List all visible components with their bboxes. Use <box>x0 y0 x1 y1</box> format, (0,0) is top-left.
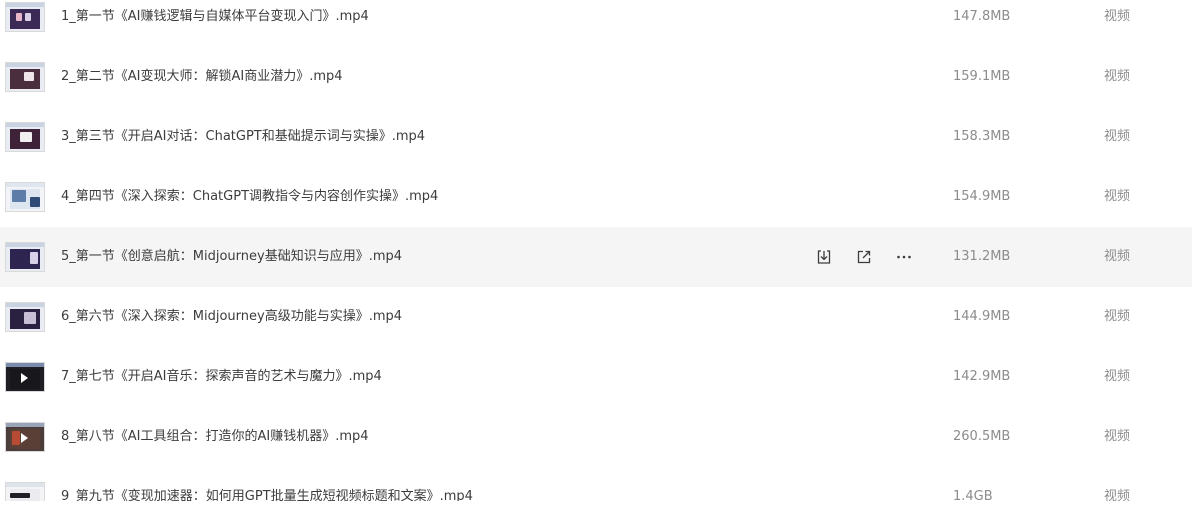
video-thumbnail <box>5 62 45 92</box>
file-name[interactable]: 6_第六节《深入探索：Midjourney高级功能与实操》.mp4 <box>61 308 402 326</box>
file-name[interactable]: 7_第七节《开启AI音乐：探索声音的艺术与魔力》.mp4 <box>61 368 382 386</box>
file-type: 视频 <box>1104 129 1131 144</box>
file-row[interactable]: 8_第八节《AI工具组合：打造你的AI赚钱机器》.mp4 260.5MB 视频 <box>0 407 1192 467</box>
file-name[interactable]: 2_第二节《AI变现大师：解锁AI商业潜力》.mp4 <box>61 68 343 86</box>
file-row[interactable]: 1_第一节《AI赚钱逻辑与自媒体平台变现入门》.mp4 147.8MB 视频 <box>0 0 1192 47</box>
file-size: 144.9MB <box>953 309 1011 324</box>
file-type: 视频 <box>1104 9 1131 24</box>
file-size: 142.9MB <box>953 369 1011 384</box>
video-thumbnail <box>5 2 45 32</box>
video-thumbnail <box>5 422 45 452</box>
file-name[interactable]: 5_第一节《创意启航：Midjourney基础知识与应用》.mp4 <box>61 248 402 266</box>
video-thumbnail <box>5 182 45 212</box>
file-name[interactable]: 8_第八节《AI工具组合：打造你的AI赚钱机器》.mp4 <box>61 428 369 446</box>
file-size: 158.3MB <box>953 129 1011 144</box>
file-size: 147.8MB <box>953 9 1011 24</box>
file-row[interactable]: 5_第一节《创意启航：Midjourney基础知识与应用》.mp4 131.2M… <box>0 227 1192 287</box>
file-row[interactable]: 6_第六节《深入探索：Midjourney高级功能与实操》.mp4 144.9M… <box>0 287 1192 347</box>
share-icon[interactable] <box>852 245 876 269</box>
file-name[interactable]: 9_第九节《变现加速器：如何用GPT批量生成短视频标题和文案》.mp4 <box>61 488 473 501</box>
file-type: 视频 <box>1104 69 1131 84</box>
file-row[interactable]: 7_第七节《开启AI音乐：探索声音的艺术与魔力》.mp4 142.9MB 视频 <box>0 347 1192 407</box>
file-row[interactable]: 2_第二节《AI变现大师：解锁AI商业潜力》.mp4 159.1MB 视频 <box>0 47 1192 107</box>
file-row[interactable]: 9_第九节《变现加速器：如何用GPT批量生成短视频标题和文案》.mp4 1.4G… <box>0 467 1192 501</box>
video-thumbnail <box>5 362 45 392</box>
file-list: 1_第一节《AI赚钱逻辑与自媒体平台变现入门》.mp4 147.8MB 视频 2… <box>0 0 1192 501</box>
file-type: 视频 <box>1104 189 1131 204</box>
file-name[interactable]: 1_第一节《AI赚钱逻辑与自媒体平台变现入门》.mp4 <box>61 8 369 26</box>
video-thumbnail <box>5 242 45 272</box>
file-type: 视频 <box>1104 429 1131 444</box>
video-thumbnail <box>5 122 45 152</box>
file-size: 260.5MB <box>953 429 1011 444</box>
file-size: 131.2MB <box>953 249 1011 264</box>
file-type: 视频 <box>1104 309 1131 324</box>
download-icon[interactable] <box>812 245 836 269</box>
more-icon[interactable] <box>892 245 916 269</box>
file-size: 1.4GB <box>953 489 993 501</box>
file-name[interactable]: 3_第三节《开启AI对话：ChatGPT和基础提示词与实操》.mp4 <box>61 128 425 146</box>
file-name[interactable]: 4_第四节《深入探索：ChatGPT调教指令与内容创作实操》.mp4 <box>61 188 438 206</box>
file-type: 视频 <box>1104 489 1131 501</box>
file-row[interactable]: 4_第四节《深入探索：ChatGPT调教指令与内容创作实操》.mp4 154.9… <box>0 167 1192 227</box>
file-size: 159.1MB <box>953 69 1011 84</box>
file-row[interactable]: 3_第三节《开启AI对话：ChatGPT和基础提示词与实操》.mp4 158.3… <box>0 107 1192 167</box>
file-size: 154.9MB <box>953 189 1011 204</box>
file-type: 视频 <box>1104 369 1131 384</box>
file-type: 视频 <box>1104 249 1131 264</box>
video-thumbnail <box>5 302 45 332</box>
video-thumbnail <box>5 482 45 501</box>
